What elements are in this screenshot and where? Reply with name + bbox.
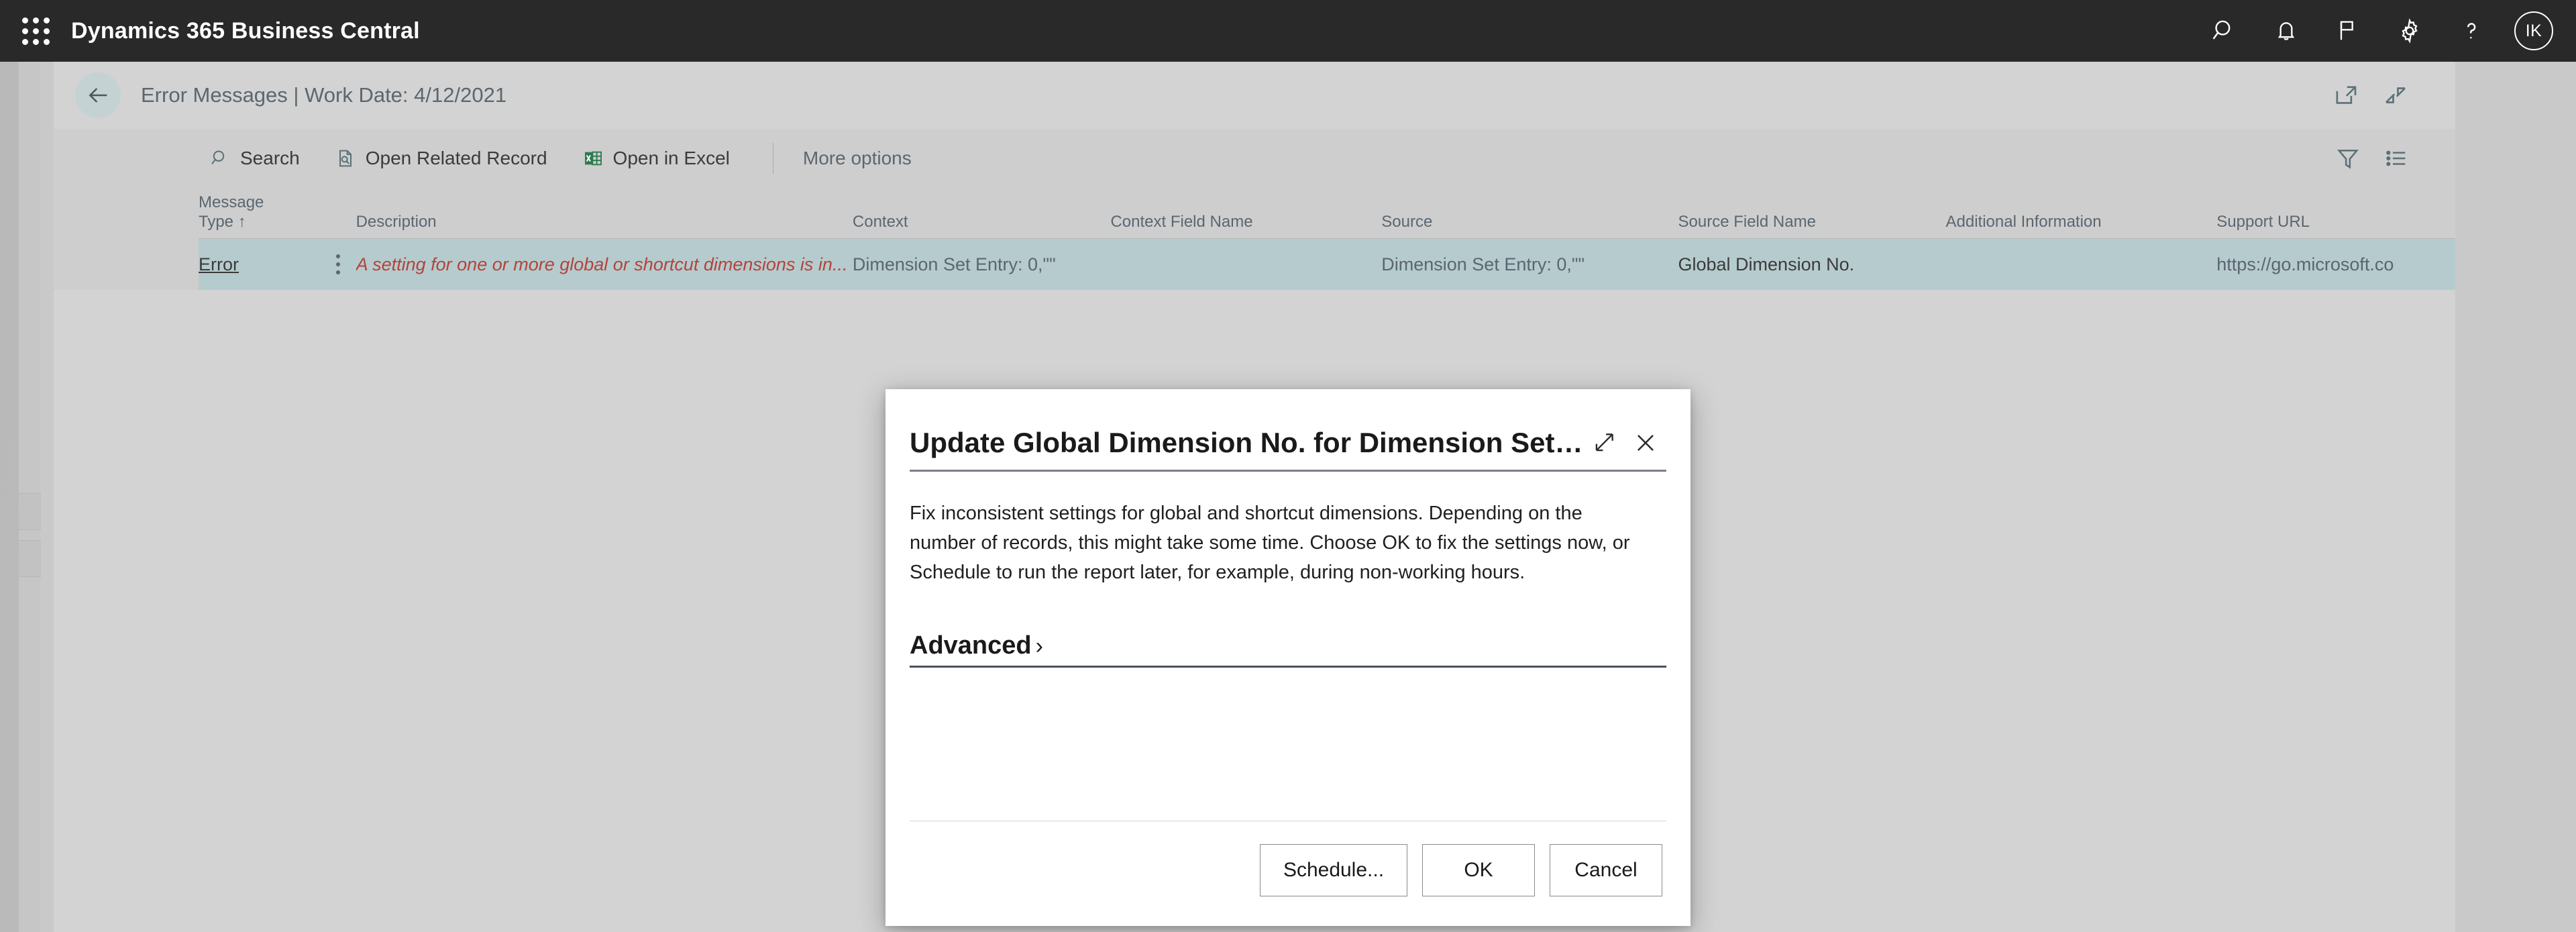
chevron-right-icon: › xyxy=(1035,633,1043,660)
schedule-button[interactable]: Schedule... xyxy=(1260,844,1407,896)
close-icon[interactable] xyxy=(1625,422,1666,464)
dialog-description: Fix inconsistent settings for global and… xyxy=(910,503,1630,584)
ok-button[interactable]: OK xyxy=(1422,844,1535,896)
modal-host: Update Global Dimension No. for Dimensio… xyxy=(0,0,2576,932)
advanced-label: Advanced xyxy=(910,631,1032,660)
dialog-title: Update Global Dimension No. for Dimensio… xyxy=(910,427,1583,458)
cancel-button[interactable]: Cancel xyxy=(1550,844,1662,896)
dialog-body: Fix inconsistent settings for global and… xyxy=(885,472,1690,821)
expand-icon[interactable] xyxy=(1583,422,1625,464)
dialog-footer: Schedule... OK Cancel xyxy=(885,821,1690,926)
advanced-section-divider xyxy=(910,666,1666,668)
dialog-title-bar: Update Global Dimension No. for Dimensio… xyxy=(885,389,1690,470)
app-root: Dynamics 365 Business Central IK Error M… xyxy=(0,0,2576,932)
update-global-dimension-dialog: Update Global Dimension No. for Dimensio… xyxy=(885,389,1690,926)
advanced-section-toggle[interactable]: Advanced › xyxy=(910,631,1043,660)
